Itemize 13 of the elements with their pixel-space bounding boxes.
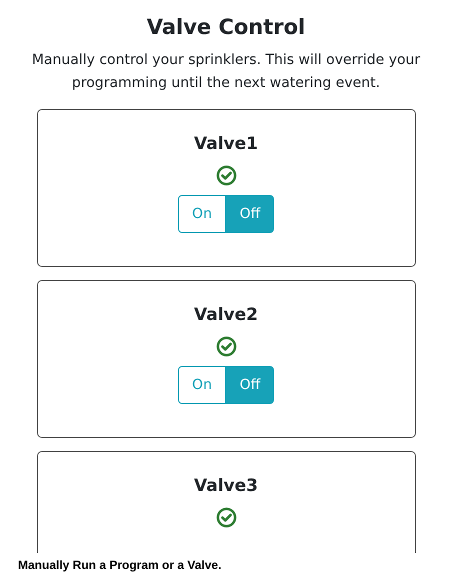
page-description: Manually control your sprinklers. This will override your programming until the next watering event. [30, 51, 422, 93]
toggle-option[interactable]: Off [226, 366, 274, 404]
check-circle-icon [216, 165, 236, 186]
toggle-option[interactable]: On [178, 366, 226, 404]
valve-name: Valve1 [194, 133, 258, 156]
caption: Manually Run a Program or a Valve. [18, 557, 222, 574]
valve-name: Valve3 [194, 475, 258, 498]
toggle-option[interactable]: Off [226, 195, 274, 233]
check-circle-icon [216, 336, 236, 357]
toggle-option[interactable]: On [178, 195, 226, 233]
check-circle-icon [216, 507, 236, 528]
page-title: Valve Control [146, 14, 306, 41]
valve-name: Valve2 [194, 304, 258, 327]
